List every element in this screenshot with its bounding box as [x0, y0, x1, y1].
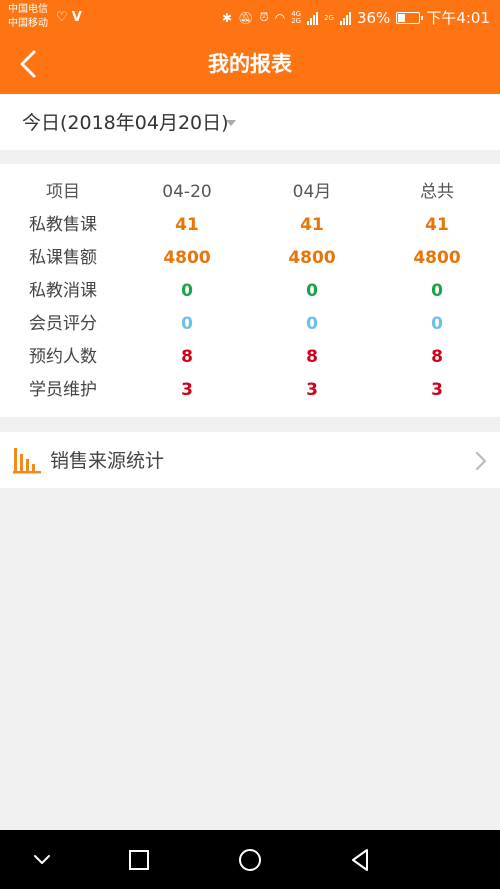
system-nav-bar [0, 830, 500, 889]
row-label: 学员维护 [29, 380, 97, 400]
back-nav-button[interactable] [345, 844, 377, 876]
cell-value: 4800 [163, 248, 211, 268]
signal-icon-2 [339, 11, 351, 25]
caret-down-icon [226, 120, 236, 126]
alarm-icon: ⏰︎ [259, 10, 269, 24]
battery-icon [396, 11, 424, 24]
carrier-names: 中国电信 中国移动 [8, 3, 48, 31]
table-header: 04-20 [162, 182, 212, 202]
circle-icon [239, 849, 261, 871]
table-row: 私课售额 4800 4800 4800 [0, 242, 500, 275]
row-label: 私教售课 [29, 215, 97, 235]
stats-table: 项目 04-20 04月 总共 私教售课 41 41 41 私课售额 4800 … [0, 164, 500, 417]
row-label: 私教消课 [29, 281, 97, 301]
bluetooth-icon: ✱ [222, 10, 233, 25]
cell-value: 41 [300, 215, 324, 235]
hide-nav-button[interactable] [26, 844, 58, 876]
row-label: 私课售额 [29, 248, 97, 268]
sales-source-item[interactable]: 销售来源统计 [0, 432, 500, 488]
table-header: 项目 [46, 182, 80, 202]
battery-fill [398, 13, 406, 22]
square-icon [129, 850, 149, 870]
cell-value: 8 [431, 347, 443, 367]
home-button[interactable] [234, 844, 266, 876]
table-row: 会员评分 0 0 0 [0, 308, 500, 341]
network-type-bottom: 2G [291, 16, 302, 25]
sales-source-label: 销售来源统计 [50, 450, 165, 472]
table-row: 学员维护 3 3 3 [0, 374, 500, 407]
table-row: 私教售课 41 41 41 [0, 209, 500, 242]
triangle-back-icon [352, 849, 368, 871]
cell-value: 4800 [413, 248, 461, 268]
cell-value: 0 [181, 281, 193, 301]
signal-icon [307, 11, 319, 25]
clock: 下午4:01 [426, 9, 490, 27]
cell-value: 8 [181, 347, 193, 367]
date-filter-dropdown[interactable]: 今日(2018年04月20日) [0, 94, 500, 150]
notification-icons: ♡ V [56, 10, 82, 25]
status-bar: 中国电信 中国移动 ♡ V ✱ 🔕︎ ⏰︎ ◠ 4G 2G 2G 36% 下午4… [0, 0, 500, 34]
carrier-1: 中国电信 [8, 4, 48, 15]
cell-value: 3 [431, 380, 443, 400]
page-title: 我的报表 [208, 52, 292, 76]
chevron-down-icon [34, 855, 50, 864]
cell-value: 0 [306, 314, 318, 334]
title-bar: 我的报表 [0, 34, 500, 94]
network-type-icon: 4G 2G [291, 10, 302, 25]
cell-value: 41 [425, 215, 449, 235]
cell-value: 41 [175, 215, 199, 235]
wifi-icon: ◠ [274, 10, 286, 25]
cell-value: 4800 [288, 248, 336, 268]
cell-value: 0 [306, 281, 318, 301]
battery-percent: 36% [356, 8, 391, 27]
network-type-2: 2G [324, 13, 334, 22]
cell-value: 0 [181, 314, 193, 334]
table-row: 私教消课 0 0 0 [0, 275, 500, 308]
cell-value: 0 [431, 281, 443, 301]
table-header: 总共 [420, 182, 454, 202]
chevron-right-icon [475, 451, 487, 471]
row-label: 预约人数 [29, 347, 97, 367]
cell-value: 0 [431, 314, 443, 334]
status-right: ✱ 🔕︎ ⏰︎ ◠ 4G 2G 2G 36% 下午4:01 [222, 7, 490, 28]
heart-rate-icon: ♡ [56, 10, 68, 25]
v-icon: V [71, 10, 82, 25]
cell-value: 3 [306, 380, 318, 400]
cell-value: 3 [181, 380, 193, 400]
mute-icon: 🔕︎ [238, 10, 254, 25]
bar-chart-icon [13, 448, 41, 474]
cell-value: 8 [306, 347, 318, 367]
date-filter-label: 今日(2018年04月20日) [22, 112, 229, 134]
row-label: 会员评分 [29, 314, 97, 334]
recents-button[interactable] [123, 844, 155, 876]
carrier-2: 中国移动 [8, 18, 48, 29]
table-row: 预约人数 8 8 8 [0, 341, 500, 374]
table-header-row: 项目 04-20 04月 总共 [0, 176, 500, 209]
table-header: 04月 [292, 182, 332, 202]
